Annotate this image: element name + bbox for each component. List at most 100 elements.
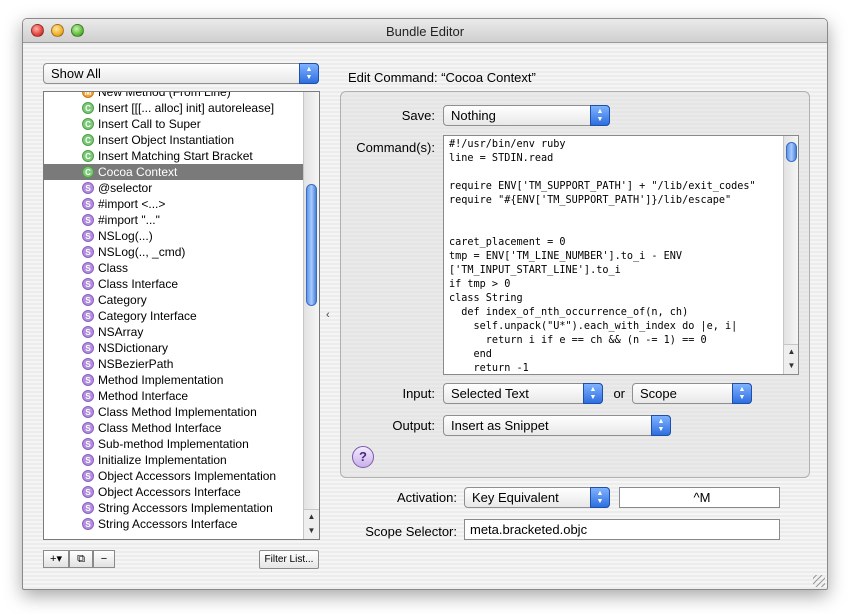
list-item-label: Object Accessors Implementation bbox=[98, 469, 277, 483]
snippet-icon: S bbox=[82, 214, 94, 226]
title-bar[interactable]: Bundle Editor bbox=[23, 19, 827, 43]
popup-arrows-icon: ▲ ▼ bbox=[651, 415, 671, 436]
fallback-input-popup[interactable]: Scope ▲ ▼ bbox=[632, 383, 752, 404]
output-label: Output: bbox=[392, 418, 435, 433]
snippet-icon: S bbox=[82, 422, 94, 434]
activation-popup-value: Key Equivalent bbox=[472, 490, 559, 505]
list-item[interactable]: C Insert Object Instantiation bbox=[44, 132, 304, 148]
command-text-editor[interactable]: #!/usr/bin/env ruby line = STDIN.read requ… bbox=[443, 135, 799, 375]
list-item[interactable]: M New Method (From Line) bbox=[44, 92, 304, 100]
duplicate-item-button[interactable]: ⧉ bbox=[69, 550, 93, 568]
list-item[interactable]: C Insert Call to Super bbox=[44, 116, 304, 132]
edit-command-heading: Edit Command: “Cocoa Context” bbox=[348, 70, 536, 85]
list-item-label: Insert Call to Super bbox=[98, 117, 201, 131]
list-item-label: NSBezierPath bbox=[98, 357, 174, 371]
save-popup[interactable]: Nothing ▲ ▼ bbox=[443, 105, 610, 126]
list-item-label: @selector bbox=[98, 181, 153, 195]
filter-list-button[interactable]: Filter List... bbox=[259, 550, 319, 569]
list-scrollbar[interactable]: ▲ ▼ bbox=[303, 92, 319, 539]
scope-selector-label: Scope Selector: bbox=[365, 524, 457, 539]
list-item-label: String Accessors Interface bbox=[98, 517, 238, 531]
list-item[interactable]: S @selector bbox=[44, 180, 304, 196]
bundle-item-list-rows: M New Method (From Line) C Insert [[[... al… bbox=[44, 92, 304, 532]
list-item-label: Method Implementation bbox=[98, 373, 224, 387]
activation-popup[interactable]: Key Equivalent ▲ ▼ bbox=[464, 487, 610, 508]
code-line: self.unpack("U*").each_with_index do |e,… bbox=[449, 321, 738, 332]
list-item[interactable]: C Insert Matching Start Bracket bbox=[44, 148, 304, 164]
code-line: if tmp > 0 bbox=[449, 279, 511, 290]
list-item-label: Method Interface bbox=[98, 389, 189, 403]
list-item[interactable]: S Class Interface bbox=[44, 276, 304, 292]
list-item[interactable]: S Category bbox=[44, 292, 304, 308]
list-item[interactable]: S Object Accessors Interface bbox=[44, 484, 304, 500]
macro-icon: M bbox=[82, 92, 94, 98]
scope-selector-field[interactable]: meta.bracketed.objc bbox=[464, 519, 780, 540]
list-item[interactable]: C Cocoa Context bbox=[44, 164, 304, 180]
list-item-label: Class Method Implementation bbox=[98, 405, 257, 419]
snippet-icon: S bbox=[82, 470, 94, 482]
filter-popup[interactable]: Show All ▲ ▼ bbox=[43, 63, 319, 84]
list-item-label: Category bbox=[98, 293, 147, 307]
snippet-icon: S bbox=[82, 198, 94, 210]
list-item[interactable]: S String Accessors Interface bbox=[44, 516, 304, 532]
list-item[interactable]: C Insert [[[... alloc] init] autorelease] bbox=[44, 100, 304, 116]
code-line: line = STDIN.read bbox=[449, 153, 554, 164]
list-item[interactable]: S Method Interface bbox=[44, 388, 304, 404]
list-item-label: Class Interface bbox=[98, 277, 179, 291]
list-item-label: Class bbox=[98, 261, 129, 275]
list-scroll-arrows[interactable]: ▲ ▼ bbox=[304, 509, 319, 539]
list-item-label: Class Method Interface bbox=[98, 421, 222, 435]
list-item[interactable]: S Class Method Implementation bbox=[44, 404, 304, 420]
list-item[interactable]: S Category Interface bbox=[44, 308, 304, 324]
list-item[interactable]: S Initialize Implementation bbox=[44, 452, 304, 468]
add-item-button[interactable]: +▾ bbox=[43, 550, 69, 568]
popup-arrows-icon: ▲ ▼ bbox=[590, 487, 610, 508]
output-popup[interactable]: Insert as Snippet ▲ ▼ bbox=[443, 415, 671, 436]
list-item[interactable]: S Object Accessors Implementation bbox=[44, 468, 304, 484]
snippet-icon: S bbox=[82, 454, 94, 466]
command-icon: C bbox=[82, 150, 94, 162]
command-icon: C bbox=[82, 134, 94, 146]
list-item[interactable]: S Class Method Interface bbox=[44, 420, 304, 436]
list-item[interactable]: S Class bbox=[44, 260, 304, 276]
code-scroll-arrows[interactable]: ▲ ▼ bbox=[784, 344, 798, 374]
list-item[interactable]: S Sub-method Implementation bbox=[44, 436, 304, 452]
code-scrollbar[interactable]: ▲ ▼ bbox=[783, 136, 798, 374]
split-view-handle-icon[interactable]: ‹ bbox=[326, 309, 330, 321]
resize-grip-icon[interactable] bbox=[813, 575, 825, 587]
code-line: tmp = ENV['TM_LINE_NUMBER'].to_i - ENV bbox=[449, 251, 683, 262]
input-label: Input: bbox=[402, 386, 435, 401]
list-item[interactable]: S NSBezierPath bbox=[44, 356, 304, 372]
snippet-icon: S bbox=[82, 310, 94, 322]
list-item[interactable]: S #import "..." bbox=[44, 212, 304, 228]
bundle-item-list[interactable]: M New Method (From Line) C Insert [[[... al… bbox=[43, 91, 320, 540]
output-popup-value: Insert as Snippet bbox=[451, 418, 549, 433]
list-item[interactable]: S NSLog(...) bbox=[44, 228, 304, 244]
snippet-icon: S bbox=[82, 406, 94, 418]
help-button[interactable]: ? bbox=[352, 446, 374, 468]
remove-item-button[interactable]: − bbox=[93, 550, 115, 568]
list-item-label: NSLog(.., _cmd) bbox=[98, 245, 186, 259]
list-item[interactable]: S Method Implementation bbox=[44, 372, 304, 388]
activation-label: Activation: bbox=[397, 490, 457, 505]
filter-popup-value: Show All bbox=[51, 66, 101, 81]
list-item[interactable]: S NSLog(.., _cmd) bbox=[44, 244, 304, 260]
code-line: return i if e == ch && (n -= 1) == 0 bbox=[449, 335, 707, 346]
list-scroll-thumb[interactable] bbox=[306, 184, 317, 306]
code-line: require ENV['TM_SUPPORT_PATH'] + "/lib/e… bbox=[449, 181, 756, 192]
code-line: ['TM_INPUT_START_LINE'].to_i bbox=[449, 265, 621, 276]
or-label: or bbox=[613, 386, 625, 401]
command-code[interactable]: #!/usr/bin/env ruby line = STDIN.read requ… bbox=[449, 138, 756, 374]
list-item[interactable]: S #import <...> bbox=[44, 196, 304, 212]
key-equivalent-field[interactable]: ^M bbox=[619, 487, 780, 508]
snippet-icon: S bbox=[82, 230, 94, 242]
list-item[interactable]: S String Accessors Implementation bbox=[44, 500, 304, 516]
popup-arrows-icon: ▲ ▼ bbox=[299, 63, 319, 84]
code-scroll-thumb[interactable] bbox=[786, 142, 797, 162]
list-item[interactable]: S NSDictionary bbox=[44, 340, 304, 356]
snippet-icon: S bbox=[82, 246, 94, 258]
code-line: return -1 bbox=[449, 363, 529, 374]
list-item[interactable]: S NSArray bbox=[44, 324, 304, 340]
input-popup[interactable]: Selected Text ▲ ▼ bbox=[443, 383, 603, 404]
